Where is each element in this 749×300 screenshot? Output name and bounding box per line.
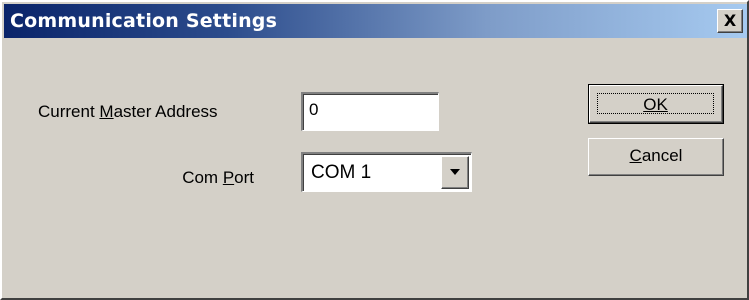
com-port-label: Com Port <box>182 168 254 188</box>
master-address-label-suffix: aster Address <box>113 102 218 121</box>
com-port-selected-value: COM 1 <box>311 162 372 183</box>
close-icon: X <box>723 11 737 30</box>
cancel-button[interactable]: Cancel <box>588 138 724 176</box>
communication-settings-dialog: Communication Settings X Current Master … <box>0 0 749 300</box>
cancel-button-label: ancel <box>641 146 683 165</box>
master-address-input[interactable]: 0 <box>301 92 439 131</box>
ok-button-face: OK <box>589 85 723 123</box>
master-address-label: Current Master Address <box>38 102 218 122</box>
cancel-button-mnemonic: C <box>629 146 642 165</box>
ok-button-focus-rect: OK <box>597 93 714 114</box>
com-port-label-suffix: ort <box>234 168 254 187</box>
ok-button[interactable]: OK <box>588 84 724 124</box>
chevron-down-icon <box>450 169 460 175</box>
com-port-label-prefix: Com <box>182 168 223 187</box>
com-port-select[interactable]: COM 1 <box>301 152 472 192</box>
master-address-label-mnemonic: M <box>99 102 114 121</box>
master-address-value: 0 <box>309 100 319 119</box>
title-bar[interactable]: Communication Settings X <box>4 4 747 38</box>
close-button[interactable]: X <box>717 9 743 33</box>
com-port-label-mnemonic: P <box>222 168 235 187</box>
window-title: Communication Settings <box>10 10 278 32</box>
ok-button-label: OK <box>643 95 668 114</box>
master-address-label-prefix: Current <box>38 102 100 121</box>
com-port-dropdown-button[interactable] <box>441 156 469 189</box>
